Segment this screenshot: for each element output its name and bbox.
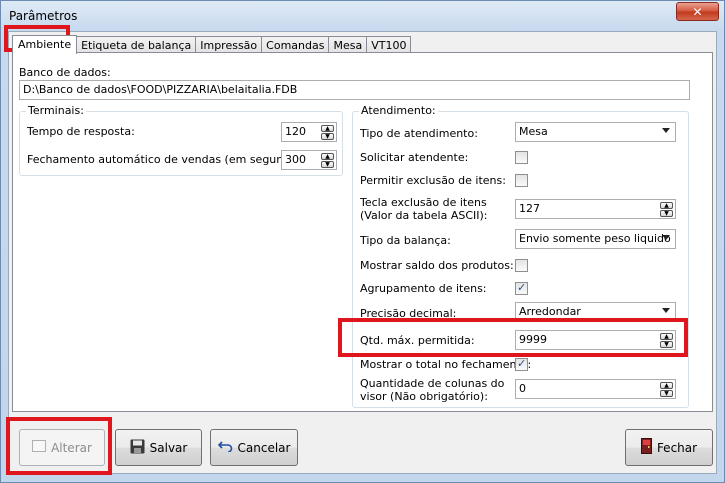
fechar-button[interactable]: Fechar	[625, 429, 713, 466]
tipo-atendimento-select[interactable]: Mesa	[515, 122, 676, 142]
qtd-max-permitida-value: 9999	[519, 333, 547, 346]
dialog-client-area: Ambiente Etiqueta de balança Impressão C…	[8, 31, 717, 474]
tecla-exclusao-spinbox[interactable]: 127 ▲ ▼	[515, 199, 676, 219]
title-bar[interactable]: Parâmetros ✕	[1, 1, 724, 31]
tab-comandas[interactable]: Comandas	[261, 36, 330, 53]
tempo-resposta-spinbox[interactable]: 120 ▲ ▼	[281, 122, 337, 142]
spin-up-icon[interactable]: ▲	[321, 125, 334, 132]
tipo-atendimento-label: Tipo de atendimento:	[360, 127, 478, 140]
tab-mesa[interactable]: Mesa	[328, 36, 368, 53]
solicitar-atendente-label: Solicitar atendente:	[360, 151, 469, 164]
tempo-resposta-label: Tempo de resposta:	[27, 125, 135, 138]
permitir-exclusao-label: Permitir exclusão de itens:	[360, 174, 506, 187]
spin-down-icon[interactable]: ▼	[321, 133, 334, 140]
tecla-exclusao-value: 127	[519, 202, 540, 215]
mostrar-saldo-label: Mostrar saldo dos produtos:	[360, 259, 514, 272]
spin-buttons[interactable]: ▲ ▼	[660, 382, 673, 398]
parametros-window: Parâmetros ✕ Ambiente Etiqueta de balanç…	[0, 0, 725, 483]
salvar-button[interactable]: Salvar	[115, 429, 202, 466]
tab-impressao[interactable]: Impressão	[195, 36, 263, 53]
spin-buttons[interactable]: ▲ ▼	[321, 153, 334, 169]
tab-page-ambiente: Banco de dados: D:\Banco de dados\FOOD\P…	[12, 52, 713, 412]
terminais-group: Terminais: Tempo de resposta: 120 ▲ ▼ Fec…	[19, 104, 343, 176]
save-icon	[130, 439, 145, 457]
spin-up-icon[interactable]: ▲	[660, 382, 673, 389]
fechamento-automatico-label: Fechamento automático de vendas (em segu…	[27, 153, 311, 166]
spin-buttons[interactable]: ▲ ▼	[321, 125, 334, 141]
fechar-label: Fechar	[656, 440, 698, 455]
exit-door-icon	[640, 438, 652, 457]
salvar-label: Salvar	[149, 440, 188, 455]
tab-ambiente[interactable]: Ambiente	[12, 35, 78, 54]
atendimento-group: Atendimento: Tipo de atendimento: Mesa S…	[352, 104, 689, 408]
chevron-down-icon	[662, 128, 670, 133]
qtd-max-permitida-spinbox[interactable]: 9999 ▲ ▼	[515, 330, 676, 350]
agrupamento-itens-checkbox[interactable]	[515, 281, 528, 295]
spin-down-icon[interactable]: ▼	[660, 210, 673, 217]
spin-down-icon[interactable]: ▼	[660, 341, 673, 348]
atendimento-group-title: Atendimento:	[359, 104, 438, 117]
spin-down-icon[interactable]: ▼	[321, 161, 334, 168]
precisao-decimal-label: Precisão decimal:	[360, 307, 457, 320]
tipo-atendimento-value: Mesa	[519, 125, 548, 138]
qtd-max-permitida-label: Qtd. máx. permitida:	[360, 334, 475, 347]
precisao-decimal-select[interactable]: Arredondar	[515, 302, 676, 322]
fechamento-automatico-spinbox[interactable]: 300 ▲ ▼	[281, 150, 337, 170]
edit-icon	[32, 440, 47, 455]
agrupamento-itens-label: Agrupamento de itens:	[360, 282, 487, 295]
spin-up-icon[interactable]: ▲	[321, 153, 334, 160]
tab-strip: Ambiente Etiqueta de balança Impressão C…	[12, 35, 412, 54]
window-title: Parâmetros	[9, 9, 78, 23]
window-close-button[interactable]: ✕	[676, 2, 719, 21]
cancelar-label: Cancelar	[237, 440, 291, 455]
database-path-field[interactable]: D:\Banco de dados\FOOD\PIZZARIA\belaital…	[19, 80, 690, 100]
permitir-exclusao-checkbox[interactable]	[515, 174, 528, 187]
close-icon: ✕	[692, 4, 703, 19]
alterar-label: Alterar	[51, 440, 92, 455]
spin-up-icon[interactable]: ▲	[660, 202, 673, 209]
tipo-balanca-label: Tipo da balança:	[360, 234, 451, 247]
precisao-decimal-value: Arredondar	[519, 305, 581, 318]
tecla-exclusao-label-2: (Valor da tabela ASCII):	[360, 209, 488, 222]
mostrar-total-checkbox[interactable]	[515, 357, 528, 371]
mostrar-total-label: Mostrar o total no fechamento:	[360, 358, 532, 371]
fechamento-automatico-value: 300	[285, 153, 306, 166]
tab-vt100[interactable]: VT100	[366, 36, 412, 53]
tipo-balanca-value: Envio somente peso liquido	[519, 232, 671, 245]
spin-up-icon[interactable]: ▲	[660, 333, 673, 340]
solicitar-atendente-checkbox[interactable]	[515, 151, 528, 164]
quantidade-colunas-label-2: visor (Não obrigatório):	[360, 390, 488, 403]
undo-icon	[217, 440, 233, 455]
quantidade-colunas-spinbox[interactable]: 0 ▲ ▼	[515, 379, 676, 399]
chevron-down-icon	[662, 308, 670, 313]
tecla-exclusao-label: Tecla exclusão de itens	[360, 196, 487, 209]
quantidade-colunas-label: Quantidade de colunas do	[360, 377, 505, 390]
cancelar-button[interactable]: Cancelar	[210, 429, 298, 466]
quantidade-colunas-value: 0	[519, 382, 526, 395]
spin-down-icon[interactable]: ▼	[660, 390, 673, 397]
chevron-down-icon	[662, 235, 670, 240]
spin-buttons[interactable]: ▲ ▼	[660, 202, 673, 218]
mostrar-saldo-checkbox[interactable]	[515, 259, 528, 272]
tab-etiqueta-de-balanca[interactable]: Etiqueta de balança	[76, 36, 197, 53]
tempo-resposta-value: 120	[285, 125, 306, 138]
alterar-button[interactable]: Alterar	[19, 429, 105, 466]
terminais-group-title: Terminais:	[26, 104, 86, 117]
spin-buttons[interactable]: ▲ ▼	[660, 333, 673, 349]
database-label: Banco de dados:	[19, 66, 111, 79]
tipo-balanca-select[interactable]: Envio somente peso liquido	[515, 229, 676, 249]
